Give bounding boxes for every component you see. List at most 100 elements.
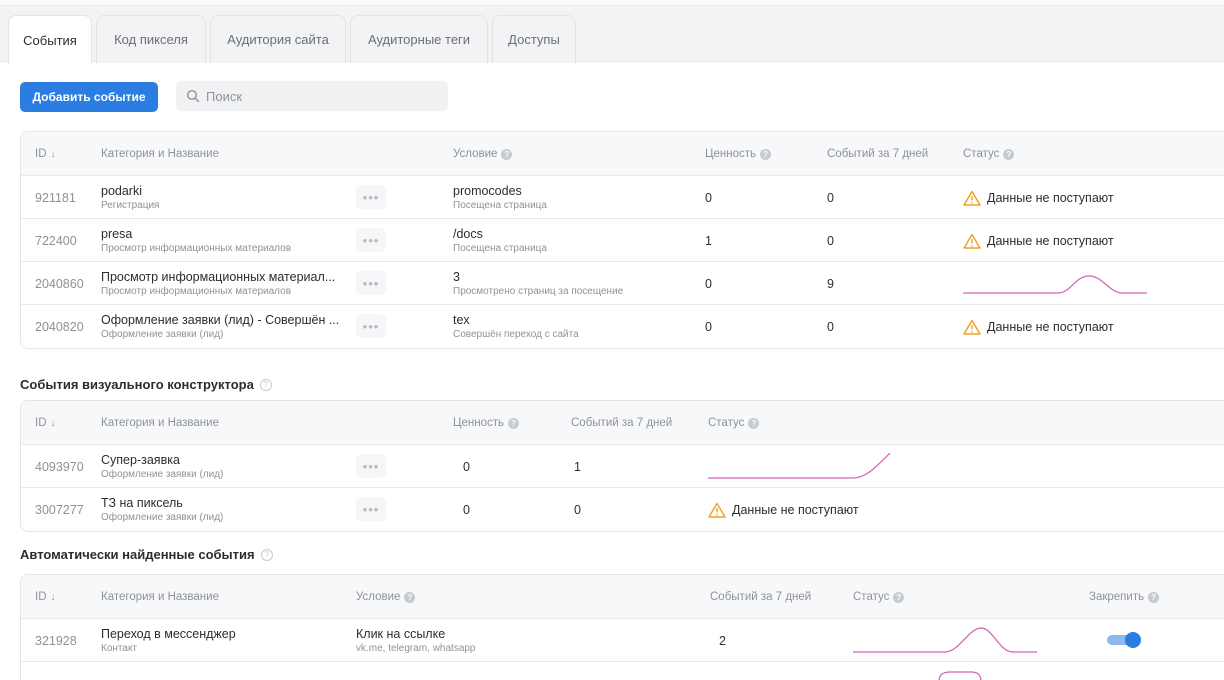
status-cell: Данные не поступают — [708, 488, 859, 531]
table-row[interactable]: 921181 podarki Регистрация ••• promocode… — [21, 176, 1224, 219]
question-icon[interactable]: ? — [259, 378, 272, 391]
col-condition: Условие? — [453, 132, 513, 176]
table-row[interactable]: 2040820 Оформление заявки (лид) - Соверш… — [21, 305, 1224, 348]
question-icon[interactable]: ? — [260, 548, 273, 561]
col-label: Статус — [708, 417, 745, 429]
col-label: Статус — [853, 591, 890, 603]
condition-cell: 3 Просмотрено страниц за посещение — [453, 262, 623, 305]
col-label: Ценность — [453, 417, 505, 429]
col-label: ID — [35, 148, 47, 160]
col-value: Ценность? — [453, 401, 520, 445]
col-id[interactable]: ID ↓ — [35, 132, 56, 176]
question-icon[interactable]: ? — [1003, 148, 1015, 160]
tab-events[interactable]: События — [8, 15, 92, 64]
event-category: Просмотр информационных материалов — [101, 243, 292, 254]
question-icon[interactable]: ? — [748, 417, 760, 429]
search-input[interactable] — [206, 88, 436, 104]
col-count: Событий за 7 дней — [827, 132, 928, 176]
event-category: Оформление заявки (лид) — [101, 512, 224, 523]
status-cell: Данные не поступают — [963, 176, 1114, 219]
status-text: Данные не поступают — [732, 502, 859, 517]
condition-cell: promocodes Посещена страница — [453, 176, 547, 219]
activity-sparkline — [708, 452, 891, 479]
condition-value: promocodes — [453, 184, 522, 198]
event-name-cell: Переход в мессенджер Контакт — [101, 619, 341, 662]
warning-icon — [963, 233, 981, 249]
event-name[interactable]: podarki — [101, 184, 351, 198]
search-box — [176, 81, 448, 111]
status-text: Данные не поступают — [987, 190, 1114, 205]
tab-label: События — [23, 32, 77, 48]
tab-access[interactable]: Доступы — [492, 15, 576, 63]
search-icon — [186, 89, 200, 103]
col-id[interactable]: ID ↓ — [35, 401, 56, 445]
value-cell: 0 — [463, 459, 470, 474]
event-name[interactable]: ТЗ на пиксель — [101, 496, 351, 510]
event-name[interactable]: Просмотр информационных материал... — [101, 270, 351, 284]
auto-events-table: ID ↓ Категория и Название Условие? Событи… — [20, 574, 1224, 680]
question-icon[interactable]: ? — [508, 417, 520, 429]
more-dots-icon[interactable]: ••• — [356, 497, 386, 521]
event-name[interactable]: Переход в мессенджер — [101, 627, 341, 641]
tab-audience-tags[interactable]: Аудиторные теги — [350, 15, 488, 63]
event-id: 722400 — [35, 233, 77, 248]
more-dots-icon[interactable]: ••• — [356, 314, 386, 338]
condition-type: Посещена страница — [453, 200, 547, 211]
table-row[interactable]: 2040860 Просмотр информационных материал… — [21, 262, 1224, 305]
condition-value: 3 — [453, 270, 460, 284]
col-id[interactable]: ID ↓ — [35, 575, 56, 619]
question-icon[interactable]: ? — [501, 148, 513, 160]
sort-down-icon: ↓ — [50, 148, 56, 160]
event-category: Просмотр информационных материалов — [101, 286, 292, 297]
event-name[interactable]: Оформление заявки (лид) - Совершён ... — [101, 313, 351, 327]
col-label: Ценность — [705, 148, 757, 160]
col-label: Событий за 7 дней — [571, 417, 673, 429]
condition-cell: tex Совершён переход с сайта — [453, 305, 579, 348]
table-row-partial[interactable] — [21, 662, 1224, 680]
tab-site-audience[interactable]: Аудитория сайта — [210, 15, 346, 63]
table-row[interactable]: 4093970 Супер-заявка Оформление заявки (… — [21, 445, 1224, 488]
question-icon[interactable]: ? — [893, 591, 905, 603]
col-label: Категория и Название — [101, 591, 219, 603]
count-cell: 0 — [827, 233, 834, 248]
condition-value: Клик на ссылке — [356, 627, 446, 641]
more-dots-icon[interactable]: ••• — [356, 185, 386, 209]
activity-sparkline-partial — [938, 671, 982, 680]
more-dots-icon[interactable]: ••• — [356, 454, 386, 478]
question-icon[interactable]: ? — [760, 148, 772, 160]
tab-pixel-code[interactable]: Код пикселя — [96, 15, 206, 63]
activity-sparkline — [963, 275, 1147, 294]
table-row[interactable]: 321928 Переход в мессенджер Контакт Клик… — [21, 619, 1224, 662]
col-count: Событий за 7 дней — [710, 575, 811, 619]
value-cell: 0 — [705, 190, 712, 205]
more-dots-icon[interactable]: ••• — [356, 271, 386, 295]
col-label: Статус — [963, 148, 1000, 160]
event-category: Оформление заявки (лид) — [101, 329, 224, 340]
event-id: 4093970 — [35, 459, 84, 474]
event-name[interactable]: Супер-заявка — [101, 453, 351, 467]
more-dots-icon[interactable]: ••• — [356, 228, 386, 252]
count-cell: 2 — [719, 633, 726, 648]
status-cell: Данные не поступают — [963, 219, 1114, 262]
pin-toggle[interactable] — [1107, 632, 1141, 648]
col-name: Категория и Название — [101, 401, 219, 445]
event-name-cell: presa Просмотр информационных материалов — [101, 219, 351, 262]
col-label: Условие — [453, 148, 498, 160]
col-status: Статус? — [708, 401, 760, 445]
toggle-knob — [1125, 632, 1141, 648]
count-cell: 9 — [827, 276, 834, 291]
event-name-cell: Супер-заявка Оформление заявки (лид) — [101, 445, 351, 488]
col-name: Категория и Название — [101, 132, 219, 176]
question-icon[interactable]: ? — [1148, 591, 1160, 603]
table-row[interactable]: 3007277 ТЗ на пиксель Оформление заявки … — [21, 488, 1224, 531]
question-icon[interactable]: ? — [404, 591, 416, 603]
condition-value: tex — [453, 313, 470, 327]
table-row[interactable]: 722400 presa Просмотр информационных мат… — [21, 219, 1224, 262]
col-label: ID — [35, 417, 47, 429]
event-category: Регистрация — [101, 200, 160, 211]
event-name-cell: Просмотр информационных материал... Прос… — [101, 262, 351, 305]
event-name[interactable]: presa — [101, 227, 351, 241]
event-id: 921181 — [35, 190, 76, 205]
col-value: Ценность? — [705, 132, 772, 176]
add-event-button[interactable]: Добавить событие — [20, 82, 158, 112]
